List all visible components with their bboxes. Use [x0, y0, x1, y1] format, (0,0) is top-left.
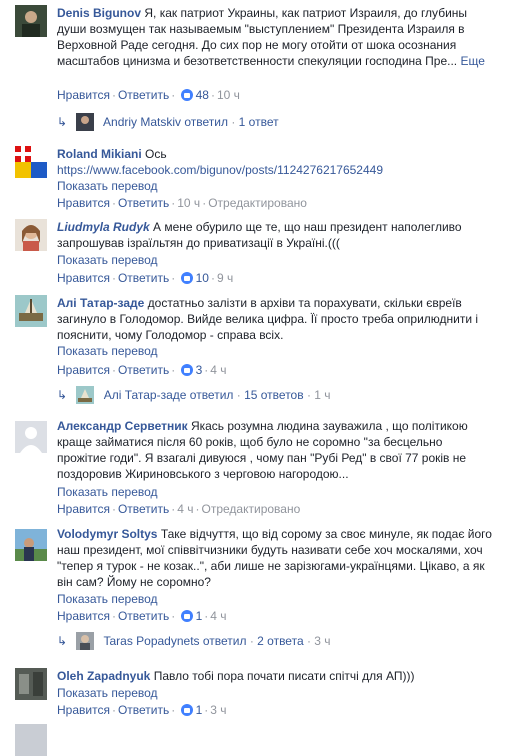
avatar[interactable] [15, 146, 47, 178]
timestamp[interactable]: 4 ч [210, 609, 226, 623]
comment-text: Павло тобі пора почати писати спітчі для… [153, 669, 415, 683]
comment-actions: Нравится · Ответить · 3 · 4 ч [57, 363, 227, 377]
comment-actions: Нравится · Ответить · 4 ч · Отредактировано [57, 502, 301, 516]
reply-button[interactable]: Ответить [118, 363, 169, 377]
comment-actions: Нравится · Ответить · 48 · 10 ч [57, 88, 240, 102]
comment-actions: Нравится · Ответить · 1 · 4 ч [57, 609, 227, 623]
reply-count[interactable]: 1 ответ [239, 115, 279, 129]
comment-body: Александр Серветник Якась розумна людина… [57, 418, 494, 482]
reply-button[interactable]: Ответить [118, 196, 169, 210]
show-translation-link[interactable]: Показать перевод [57, 252, 158, 268]
comment-body: Liudmyla Rudyk А мене обурило ще те, що … [57, 219, 494, 251]
like-count[interactable]: 1 [196, 703, 203, 717]
avatar[interactable] [15, 219, 47, 251]
comment-body: Denis Bigunov Я, как патриот Украины, ка… [57, 5, 494, 69]
show-translation-link[interactable]: Показать перевод [57, 484, 158, 500]
timestamp[interactable]: 1 ч [314, 388, 330, 402]
show-translation-link[interactable]: Показать перевод [57, 685, 158, 701]
author-name[interactable]: Алі Татар-заде [57, 296, 144, 310]
comment-actions: Нравится · Ответить · 10 ч · Отредактировано [57, 196, 307, 210]
author-name[interactable]: Roland Mikiani [57, 147, 142, 161]
avatar[interactable] [15, 529, 47, 561]
reply-button[interactable]: Ответить [118, 703, 169, 717]
reply-count[interactable]: 15 ответов [244, 388, 304, 402]
timestamp[interactable]: 10 ч [177, 196, 200, 210]
replies-summary[interactable]: ↳ Andriy Matskiv ответил · 1 ответ [57, 113, 279, 131]
avatar [76, 386, 95, 404]
reply-arrow-icon: ↳ [57, 634, 68, 648]
reply-author[interactable]: Алі Татар-заде ответил [104, 388, 234, 402]
like-button[interactable]: Нравится [57, 609, 110, 623]
edited-label[interactable]: Отредактировано [202, 502, 301, 516]
like-button[interactable]: Нравится [57, 271, 110, 285]
edited-label[interactable]: Отредактировано [208, 196, 307, 210]
like-icon [180, 272, 193, 284]
avatar[interactable] [15, 295, 47, 327]
comment-body: Oleh Zapadnyuk Павло тобі пора почати пи… [57, 668, 494, 684]
author-name[interactable]: Denis Bigunov [57, 6, 141, 20]
replies-summary[interactable]: ↳ Taras Popadynets ответил · 2 ответа · … [57, 632, 331, 650]
like-count[interactable]: 3 [196, 363, 203, 377]
show-translation-link[interactable]: Показать перевод [57, 178, 158, 194]
avatar[interactable] [15, 668, 47, 700]
like-icon [180, 704, 193, 716]
show-translation-link[interactable]: Показать перевод [57, 343, 158, 359]
reply-author[interactable]: Andriy Matskiv ответил [103, 115, 228, 129]
reply-button[interactable]: Ответить [118, 271, 169, 285]
timestamp[interactable]: 4 ч [177, 502, 193, 516]
timestamp[interactable]: 4 ч [210, 363, 226, 377]
avatar [76, 113, 95, 131]
author-name[interactable]: Oleh Zapadnyuk [57, 669, 150, 683]
show-translation-link[interactable]: Показать перевод [57, 591, 158, 607]
timestamp[interactable]: 10 ч [217, 88, 240, 102]
comment-body: Roland Mikiani Ось https://www.facebook.… [57, 146, 494, 178]
timestamp[interactable]: 9 ч [217, 271, 233, 285]
avatar [76, 632, 95, 650]
reply-button[interactable]: Ответить [118, 609, 169, 623]
reply-button[interactable]: Ответить [118, 502, 169, 516]
like-button[interactable]: Нравится [57, 88, 110, 102]
like-count[interactable]: 1 [196, 609, 203, 623]
like-icon [180, 364, 193, 376]
replies-summary[interactable]: ↳ Алі Татар-заде ответил · 15 ответов · … [57, 386, 331, 404]
author-name[interactable]: Volodymyr Soltys [57, 527, 157, 541]
like-icon [180, 89, 193, 101]
reply-count[interactable]: 2 ответа [257, 634, 303, 648]
like-button[interactable]: Нравится [57, 196, 110, 210]
comment-text: Ось [145, 147, 167, 161]
author-name[interactable]: Александр Серветник [57, 419, 188, 433]
reply-arrow-icon: ↳ [57, 115, 68, 129]
comment-actions: Нравится · Ответить · 10 · 9 ч [57, 271, 234, 285]
like-button[interactable]: Нравится [57, 502, 110, 516]
reply-arrow-icon: ↳ [57, 388, 68, 402]
avatar[interactable] [15, 724, 47, 756]
like-count[interactable]: 48 [196, 88, 209, 102]
see-more-link[interactable]: Еще [460, 54, 484, 68]
reply-author[interactable]: Taras Popadynets ответил [103, 634, 246, 648]
reply-button[interactable]: Ответить [118, 88, 169, 102]
timestamp[interactable]: 3 ч [210, 703, 226, 717]
author-name[interactable]: Liudmyla Rudyk [57, 220, 150, 234]
like-button[interactable]: Нравится [57, 363, 110, 377]
like-button[interactable]: Нравится [57, 703, 110, 717]
avatar[interactable] [15, 5, 47, 37]
like-icon [180, 610, 193, 622]
comment-body: Алі Татар-заде достатньо залізти в архів… [57, 295, 494, 343]
like-count[interactable]: 10 [196, 271, 209, 285]
comment-actions: Нравится · Ответить · 1 · 3 ч [57, 703, 227, 717]
post-link[interactable]: https://www.facebook.com/bigunov/posts/1… [57, 163, 383, 177]
comment-body: Volodymyr Soltys Таке відчуття, що від с… [57, 526, 494, 590]
avatar[interactable] [15, 421, 47, 453]
timestamp[interactable]: 3 ч [314, 634, 330, 648]
